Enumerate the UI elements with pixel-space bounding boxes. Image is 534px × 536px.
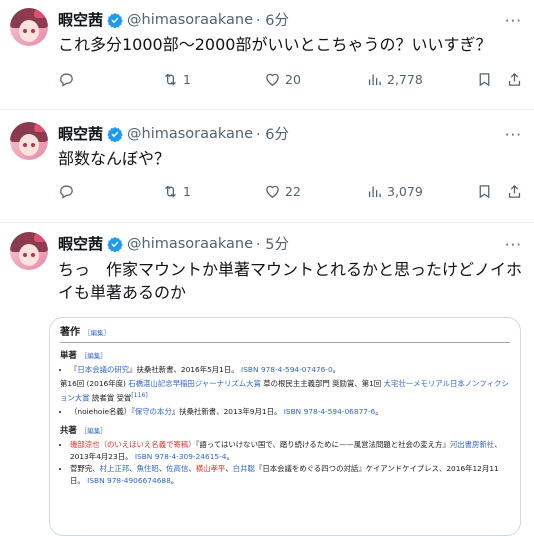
more-options-icon[interactable]: ···	[505, 236, 522, 254]
edit-link: ［編集］	[80, 352, 107, 360]
reply-icon	[60, 73, 73, 87]
timestamp[interactable]: · 6分	[256, 9, 289, 30]
section-heading: 著作 ［編集］	[60, 326, 510, 343]
display-name[interactable]: 暇空茜	[58, 123, 103, 144]
award-paragraph: 第16回 (2016年度) 石橋湛山記念早稲田ジャーナリズム大賞 草の根民主主義…	[60, 379, 509, 403]
heart-icon	[266, 185, 279, 198]
share-button[interactable]	[506, 183, 523, 200]
tweet-header: 暇空茜 @himasoraakane · 6分	[58, 123, 289, 144]
reply-button[interactable]	[58, 183, 75, 200]
action-bar: 1 22 3,079	[58, 183, 528, 203]
retweet-button[interactable]: 1	[162, 183, 191, 200]
edit-link: ［編集］	[84, 329, 110, 337]
retweet-count: 1	[183, 72, 191, 87]
list-item: 『日本会議の研究』扶桑社新書、2016年5月1日。 ISBN 978-4-594…	[70, 364, 510, 376]
verified-icon	[107, 12, 123, 28]
avatar[interactable]	[10, 122, 48, 160]
bookmark-button[interactable]	[476, 71, 493, 88]
tweet-header: 暇空茜 @himasoraakane · 6分	[58, 9, 289, 30]
handle[interactable]: @himasoraakane	[127, 236, 253, 252]
tweet-text: これ多分1000部〜2000部がいいとこちゃうの？いいすぎ？	[58, 35, 492, 54]
list-item: （noiehoie名義）『保守の本分』扶桑社新書、2013年9月1日。 ISBN…	[70, 406, 510, 418]
heart-icon	[266, 73, 279, 86]
view-count: 2,778	[387, 72, 423, 87]
action-bar: 1 20 2,778	[58, 71, 528, 91]
bookmark-button[interactable]	[476, 183, 493, 200]
view-count: 3,079	[387, 184, 423, 199]
like-count: 22	[285, 184, 301, 199]
share-icon	[508, 72, 521, 86]
single-works-list: 『日本会議の研究』扶桑社新書、2016年5月1日。 ISBN 978-4-594…	[60, 364, 510, 376]
handle[interactable]: @himasoraakane	[127, 12, 253, 28]
reply-button[interactable]	[58, 71, 75, 88]
subsection-heading-single: 単著 ［編集］	[60, 350, 107, 360]
like-button[interactable]: 22	[264, 183, 301, 200]
views-button[interactable]: 2,778	[366, 71, 423, 88]
views-button[interactable]: 3,079	[366, 183, 423, 200]
share-icon	[508, 184, 521, 198]
joint-works-list: 磯部涼也（のいえほいえ名義で寄稿）『語ってはいけない国で、踏り続けるために——風…	[60, 439, 510, 487]
share-button[interactable]	[506, 71, 523, 88]
handle[interactable]: @himasoraakane	[127, 126, 253, 142]
avatar[interactable]	[10, 8, 48, 46]
edit-link: ［編集］	[80, 427, 107, 436]
wikipedia-screenshot: 著作［編集］ 単著［編集］ 『日本会議の研究』扶桑社新書、2016年5月1日。 …	[60, 326, 510, 487]
retweet-icon	[165, 73, 176, 86]
tweet-text: ちっ 作家マウントか単著マウントとれるかと思ったけどノイホイも単著あるのか	[58, 260, 523, 302]
verified-icon	[107, 236, 123, 252]
reply-icon	[60, 185, 73, 199]
single-works-list-2: （noiehoie名義）『保守の本分』扶桑社新書、2013年9月1日。 ISBN…	[60, 406, 510, 418]
subsection-heading-joint: 共著 ［編集］	[60, 425, 107, 436]
like-count: 20	[285, 72, 301, 87]
list-item: 磯部涼也（のいえほいえ名義で寄稿）『語ってはいけない国で、踏り続けるために——風…	[70, 439, 510, 463]
views-icon	[368, 74, 381, 86]
retweet-icon	[165, 185, 176, 198]
timestamp[interactable]: · 6分	[256, 123, 289, 144]
more-options-icon[interactable]: ···	[505, 126, 522, 144]
display-name[interactable]: 暇空茜	[58, 9, 103, 30]
verified-icon	[107, 126, 123, 142]
list-item: 菅野完、村上正邦、魚住昭、佐高信、横山孝平、白井聡『日本会議をめぐる四つの対話』…	[70, 463, 510, 487]
like-button[interactable]: 20	[264, 71, 301, 88]
tweet-2[interactable]: 暇空茜 @himasoraakane · 6分 ··· 部数なんぼや？ 1 22…	[0, 114, 534, 223]
bookmark-icon	[479, 185, 490, 199]
tweet-text: 部数なんぼや？	[58, 149, 171, 168]
display-name[interactable]: 暇空茜	[58, 233, 103, 254]
retweet-count: 1	[183, 184, 191, 199]
more-options-icon[interactable]: ···	[505, 12, 522, 30]
views-icon	[368, 186, 381, 198]
tweet-header: 暇空茜 @himasoraakane · 5分	[58, 233, 289, 254]
avatar[interactable]	[10, 232, 48, 270]
retweet-button[interactable]: 1	[162, 71, 191, 88]
bookmark-icon	[479, 73, 490, 87]
timestamp[interactable]: · 5分	[256, 233, 289, 254]
tweet-1[interactable]: 暇空茜 @himasoraakane · 6分 ··· これ多分1000部〜20…	[0, 0, 534, 110]
tweet-image[interactable]: 著作［編集］ 単著［編集］ 『日本会議の研究』扶桑社新書、2016年5月1日。 …	[49, 317, 521, 536]
